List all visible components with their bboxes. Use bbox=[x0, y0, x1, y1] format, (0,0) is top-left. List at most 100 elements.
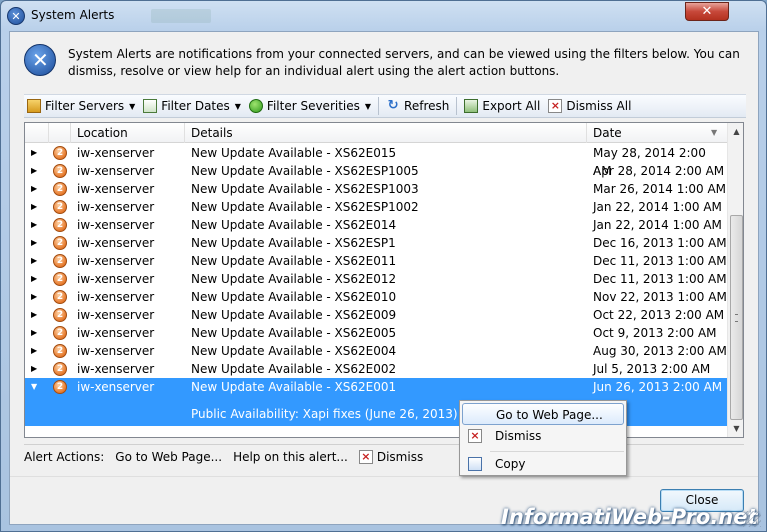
context-go-to-web-page[interactable]: Go to Web Page... bbox=[462, 403, 624, 425]
expand-arrow-icon[interactable]: ▶ bbox=[31, 252, 37, 270]
dismiss-all-label: Dismiss All bbox=[566, 99, 632, 113]
alert-actions-bar: Alert Actions: Go to Web Page... Help on… bbox=[24, 444, 744, 468]
toolbar-separator bbox=[456, 97, 458, 115]
row-details: New Update Available - XS62E001 bbox=[191, 380, 397, 394]
expand-arrow-icon[interactable]: ▶ bbox=[31, 216, 37, 234]
filter-dates-button[interactable]: Filter Dates ▼ bbox=[140, 95, 244, 117]
row-details: New Update Available - XS62E002 bbox=[191, 362, 397, 376]
alerts-grid[interactable]: Location Details Date ▼ ▶ 2 iw-xenserver Ne… bbox=[24, 122, 744, 438]
row-date: Oct 9, 2013 2:00 AM bbox=[593, 326, 717, 340]
context-copy-label: Copy bbox=[495, 457, 526, 471]
dismiss-label: Dismiss bbox=[376, 449, 424, 464]
expand-arrow-icon[interactable]: ▶ bbox=[31, 288, 37, 306]
expand-arrow-icon[interactable]: ▶ bbox=[31, 198, 37, 216]
row-location: iw-xenserver bbox=[77, 254, 155, 268]
context-menu: Go to Web Page... × Dismiss Copy bbox=[459, 400, 627, 476]
expand-arrow-icon[interactable]: ▶ bbox=[31, 360, 37, 378]
table-row[interactable]: ▶ 2 iw-xenserver New Update Available - XS6… bbox=[25, 306, 727, 324]
table-row[interactable]: ▶ 2 iw-xenserver New Update Available - XS6… bbox=[25, 216, 727, 234]
table-row[interactable]: ▶ 2 iw-xenserver New Update Available - XS6… bbox=[25, 252, 727, 270]
details-column-header[interactable]: Details bbox=[185, 123, 587, 143]
expand-arrow-icon[interactable]: ▶ bbox=[31, 234, 37, 252]
row-location: iw-xenserver bbox=[77, 380, 155, 394]
export-icon bbox=[464, 99, 479, 113]
severity-warning-icon: 2 bbox=[53, 362, 67, 376]
row-location: iw-xenserver bbox=[77, 182, 155, 196]
severity-warning-icon: 2 bbox=[53, 182, 67, 196]
row-date: Mar 26, 2014 1:00 AM bbox=[593, 182, 727, 196]
collapse-arrow-icon[interactable]: ▼ bbox=[31, 378, 37, 396]
row-details: New Update Available - XS62E011 bbox=[191, 254, 397, 268]
row-date: Jul 5, 2013 2:00 AM bbox=[593, 362, 711, 376]
table-row[interactable]: ▶ 2 iw-xenserver New Update Available - XS6… bbox=[25, 144, 727, 178]
watermark-logo: InformatiWeb-Pro.net bbox=[501, 505, 758, 529]
context-dismiss[interactable]: × Dismiss bbox=[462, 425, 624, 447]
severity-column-header[interactable] bbox=[49, 123, 71, 143]
alert-rows: ▶ 2 iw-xenserver New Update Available - XS6… bbox=[25, 144, 727, 426]
table-row[interactable]: ▶ 2 iw-xenserver New Update Available - XS6… bbox=[25, 324, 727, 342]
context-copy[interactable]: Copy bbox=[462, 453, 624, 475]
table-row[interactable]: ▶ 2 iw-xenserver New Update Available - XS6… bbox=[25, 234, 727, 252]
table-row[interactable]: ▶ 2 iw-xenserver New Update Available - XS6… bbox=[25, 270, 727, 288]
go-to-web-page-button[interactable]: Go to Web Page... bbox=[115, 450, 222, 464]
row-date: Apr 28, 2014 2:00 AM bbox=[593, 164, 725, 178]
date-column-header[interactable]: Date ▼ bbox=[587, 123, 727, 143]
xenserver-icon: ✕ bbox=[24, 44, 56, 76]
expand-arrow-icon[interactable]: ▶ bbox=[31, 162, 37, 180]
severity-icon bbox=[248, 99, 263, 113]
expand-arrow-icon[interactable]: ▶ bbox=[31, 180, 37, 198]
scroll-thumb[interactable] bbox=[730, 215, 743, 420]
row-details: New Update Available - XS62ESP1002 bbox=[191, 200, 419, 214]
row-location: iw-xenserver bbox=[77, 236, 155, 250]
title-bar[interactable]: ✕ System Alerts ✕ bbox=[1, 1, 766, 31]
expand-arrow-icon[interactable]: ▶ bbox=[31, 270, 37, 288]
expand-arrow-icon[interactable]: ▶ bbox=[31, 144, 37, 162]
toolbar-separator bbox=[378, 97, 380, 115]
row-date: Aug 30, 2013 2:00 AM bbox=[593, 344, 727, 358]
resize-grip-icon[interactable] bbox=[743, 511, 761, 527]
table-row[interactable]: ▶ 2 iw-xenserver New Update Available - XS6… bbox=[25, 288, 727, 306]
filter-servers-button[interactable]: Filter Servers ▼ bbox=[24, 95, 138, 117]
scroll-up-icon[interactable]: ▲ bbox=[728, 123, 743, 140]
expand-arrow-icon[interactable]: ▶ bbox=[31, 342, 37, 360]
location-column-header[interactable]: Location bbox=[71, 123, 185, 143]
row-details: New Update Available - XS62E012 bbox=[191, 272, 397, 286]
row-details: New Update Available - XS62E009 bbox=[191, 308, 397, 322]
dismiss-button[interactable]: × Dismiss bbox=[358, 449, 424, 464]
export-all-button[interactable]: Export All bbox=[461, 95, 543, 117]
sort-descending-icon: ▼ bbox=[711, 128, 718, 137]
row-date: Oct 22, 2013 2:00 AM bbox=[593, 308, 725, 322]
row-location: iw-xenserver bbox=[77, 362, 155, 376]
scroll-down-icon[interactable]: ▼ bbox=[728, 420, 743, 437]
refresh-button[interactable]: ↻ Refresh bbox=[383, 95, 452, 117]
dropdown-arrow-icon: ▼ bbox=[364, 101, 372, 111]
row-details: New Update Available - XS62E005 bbox=[191, 326, 397, 340]
table-row[interactable]: ▶ 2 iw-xenserver New Update Available - XS6… bbox=[25, 162, 727, 180]
filter-severities-button[interactable]: Filter Severities ▼ bbox=[246, 95, 374, 117]
row-date: Dec 11, 2013 1:00 AM bbox=[593, 254, 727, 268]
help-on-alert-button[interactable]: Help on this alert... bbox=[233, 450, 348, 464]
table-row[interactable]: ▶ 2 iw-xenserver New Update Available - XS6… bbox=[25, 360, 727, 378]
table-row[interactable]: ▶ 2 iw-xenserver New Update Available - XS6… bbox=[25, 198, 727, 216]
dismiss-all-button[interactable]: × Dismiss All bbox=[545, 95, 634, 117]
row-location: iw-xenserver bbox=[77, 200, 155, 214]
refresh-icon: ↻ bbox=[387, 98, 399, 113]
expander-column-header[interactable] bbox=[25, 123, 49, 143]
vertical-scrollbar[interactable]: ▲ ▼ bbox=[727, 123, 743, 437]
table-row[interactable]: ▶ 2 iw-xenserver New Update Available - XS6… bbox=[25, 342, 727, 360]
table-row[interactable]: ▶ 2 iw-xenserver New Update Available - XS6… bbox=[25, 180, 727, 198]
severity-warning-icon: 2 bbox=[53, 146, 67, 160]
dismiss-icon: × bbox=[548, 99, 563, 113]
filter-servers-label: Filter Servers bbox=[45, 99, 125, 113]
expand-arrow-icon[interactable]: ▶ bbox=[31, 324, 37, 342]
window-close-button[interactable]: ✕ bbox=[685, 2, 729, 21]
row-date: Dec 16, 2013 1:00 AM bbox=[593, 236, 727, 250]
row-location: iw-xenserver bbox=[77, 344, 155, 358]
refresh-label: Refresh bbox=[404, 99, 450, 113]
severity-warning-icon: 2 bbox=[53, 380, 67, 394]
background-window-ghost bbox=[151, 9, 211, 23]
copy-icon bbox=[468, 457, 482, 471]
severity-warning-icon: 2 bbox=[53, 200, 67, 214]
row-location: iw-xenserver bbox=[77, 326, 155, 340]
expand-arrow-icon[interactable]: ▶ bbox=[31, 306, 37, 324]
